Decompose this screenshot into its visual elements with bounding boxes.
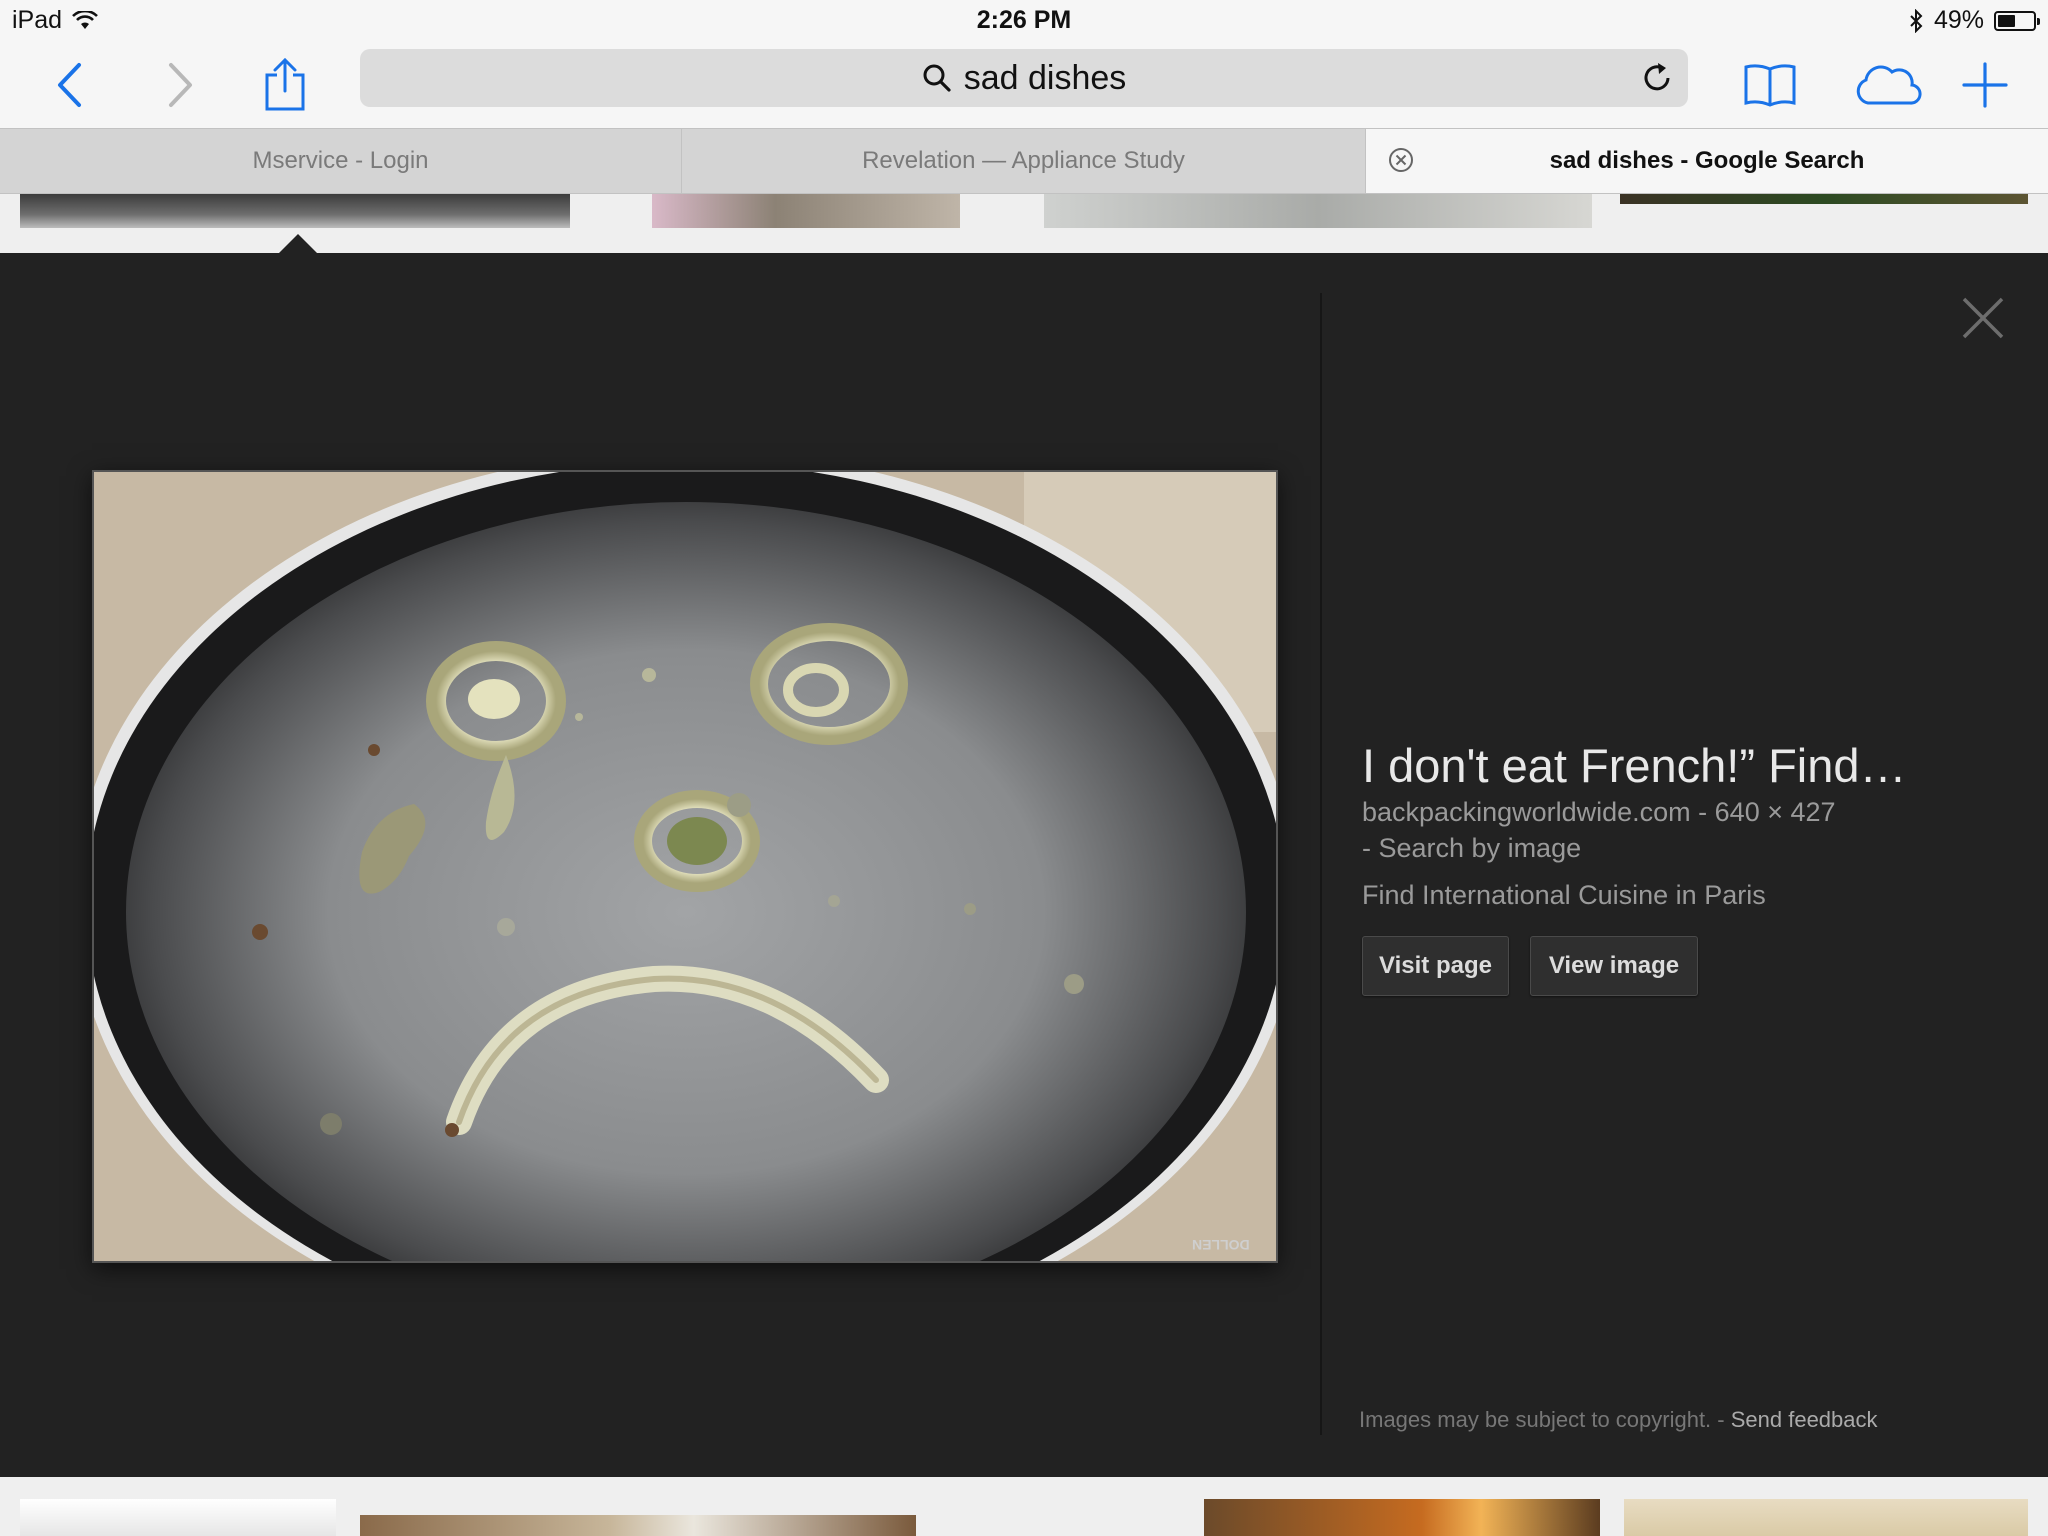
thumbnail[interactable]	[20, 194, 570, 228]
tab-sad-dishes[interactable]: sad dishes - Google Search	[1366, 129, 2048, 193]
bookmarks-icon	[1744, 64, 1796, 107]
status-right: 49%	[1908, 6, 2040, 35]
image-description: Find International Cuisine in Paris	[1362, 880, 1766, 910]
tab-label: Mservice - Login	[252, 147, 429, 174]
tab-label: sad dishes - Google Search	[1549, 147, 1865, 174]
visit-page-button[interactable]: Visit page	[1362, 936, 1509, 996]
new-tab-icon	[1962, 62, 2008, 108]
tab-label: Revelation — Appliance Study	[862, 147, 1185, 174]
image-source-line: backpackingworldwide.com - 640 × 427	[1362, 797, 1836, 828]
forward-icon	[169, 63, 192, 107]
oil-droplet	[727, 793, 751, 817]
new-tab-button[interactable]	[1950, 50, 2020, 120]
bluetooth-icon	[1910, 8, 1923, 33]
share-icon	[265, 57, 305, 111]
thumbnail[interactable]	[652, 194, 960, 228]
close-icon[interactable]	[1958, 293, 2008, 343]
close-tab-icon[interactable]	[1388, 147, 1414, 173]
tab-mservice-login[interactable]: Mservice - Login	[0, 129, 682, 193]
image-dimensions: 640 × 427	[1714, 797, 1836, 827]
copyright-note: Images may be subject to copyright.	[1359, 1407, 1712, 1432]
oil-droplet	[497, 918, 515, 936]
thumbnail[interactable]	[1624, 1499, 2028, 1536]
watermark-text: DOLLEN	[1192, 1237, 1250, 1253]
search-icon	[923, 64, 951, 92]
copyright-footer: Images may be subject to copyright. - Se…	[1359, 1407, 1878, 1433]
share-button[interactable]	[250, 50, 320, 120]
browser-toolbar: sad dishes	[0, 42, 2048, 128]
search-by-image-link[interactable]: Search by image	[1379, 833, 1582, 863]
oil-droplet	[964, 903, 976, 915]
thumbnail[interactable]	[360, 1515, 916, 1536]
source-domain[interactable]: backpackingworldwide.com	[1362, 797, 1691, 827]
status-bar: iPad 2:26 PM 49%	[0, 0, 2048, 42]
address-text: sad dishes	[963, 58, 1127, 97]
selection-pointer	[278, 234, 318, 254]
clock: 2:26 PM	[976, 6, 1072, 34]
food-crumb	[252, 924, 268, 940]
tab-revelation[interactable]: Revelation — Appliance Study	[682, 129, 1366, 193]
address-bar[interactable]: sad dishes	[360, 49, 1688, 107]
battery-percent: 49%	[1933, 6, 1984, 34]
onion-nose-center	[667, 817, 727, 865]
oil-droplet	[1064, 974, 1084, 994]
icloud-tabs-button[interactable]	[1848, 50, 1928, 120]
forward-button[interactable]	[145, 50, 215, 120]
image-detail-panel: DOLLEN I don't eat French!” Find… backpa…	[0, 253, 2048, 1477]
food-crumb	[368, 744, 380, 756]
panel-divider	[1320, 293, 1322, 1435]
icloud-tabs-icon	[1856, 65, 1922, 105]
oil-droplet	[575, 713, 583, 721]
search-by-image-line: - Search by image	[1362, 833, 1581, 864]
back-button[interactable]	[35, 50, 105, 120]
oil-droplet	[828, 895, 840, 907]
thumbnail[interactable]	[1620, 194, 2028, 204]
reload-button[interactable]	[1638, 59, 1676, 97]
separator: -	[1362, 833, 1379, 863]
bookmarks-button[interactable]	[1735, 50, 1805, 120]
separator: -	[1711, 1407, 1731, 1432]
back-icon	[58, 63, 81, 107]
tab-bar: Mservice - Login Revelation — Appliance …	[0, 128, 2048, 194]
battery-icon	[1994, 10, 2040, 31]
thumbnail-row-bottom	[0, 1477, 2048, 1536]
oil-droplet	[320, 1113, 342, 1135]
thumbnail[interactable]	[1204, 1499, 1600, 1536]
reload-icon	[1644, 63, 1670, 91]
food-crumb	[445, 1123, 459, 1137]
pan-photo: DOLLEN	[94, 472, 1276, 1261]
preview-image[interactable]: DOLLEN	[92, 470, 1278, 1263]
separator: -	[1690, 797, 1715, 827]
oil-droplet	[642, 668, 656, 682]
thumbnail[interactable]	[1044, 194, 1592, 228]
onion-center	[468, 679, 520, 719]
image-title: I don't eat French!” Find…	[1362, 739, 1907, 792]
thumbnail[interactable]	[20, 1499, 336, 1536]
send-feedback-link[interactable]: Send feedback	[1731, 1407, 1878, 1432]
battery-fill	[1998, 14, 2015, 27]
view-image-button[interactable]: View image	[1530, 936, 1698, 996]
